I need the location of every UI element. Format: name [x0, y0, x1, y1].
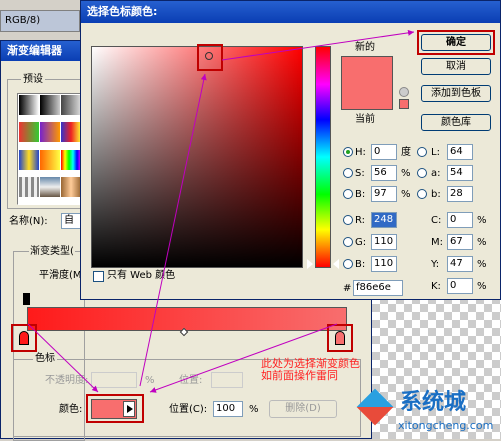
arrow-cursor-to-ok	[221, 29, 415, 61]
arrow-swatch-to-cursor	[139, 73, 207, 387]
watermark-url: xitongcheng.com	[398, 419, 494, 432]
watermark-name: 系统城	[400, 390, 467, 415]
watermark: 系统城 xitongcheng.com	[356, 388, 498, 438]
annotation-arrows	[27, 29, 415, 393]
watermark-logo-icon	[356, 388, 394, 426]
arrow-stop-right-to-swatch	[149, 323, 338, 393]
arrow-stop-to-swatch	[27, 323, 99, 393]
